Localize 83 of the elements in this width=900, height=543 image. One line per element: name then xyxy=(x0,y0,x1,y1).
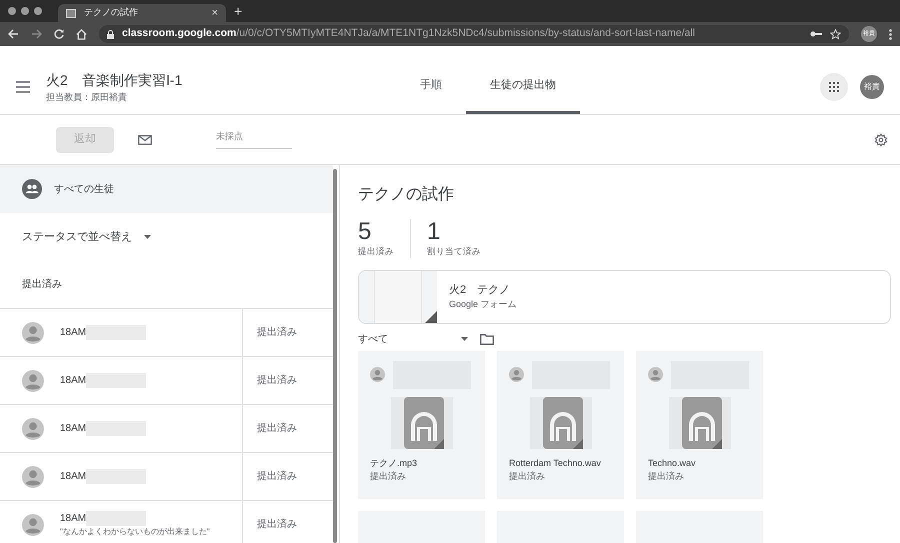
teacher-name: 担当教員：原田裕貴 xyxy=(46,90,128,104)
group-icon xyxy=(22,179,42,199)
dropdown-caret-icon xyxy=(461,337,468,342)
filter-dropdown[interactable]: すべて xyxy=(358,332,468,347)
student-status: 提出済み xyxy=(257,326,297,340)
avatar-icon xyxy=(509,367,524,382)
folder-icon[interactable] xyxy=(480,334,494,345)
avatar-icon xyxy=(22,466,44,488)
assignment-title: テクノの試作 xyxy=(358,184,455,205)
stat-count: 1 xyxy=(427,219,442,245)
section-heading: 提出済み xyxy=(22,278,62,292)
browser-menu-icon[interactable] xyxy=(889,28,892,40)
avatar-icon xyxy=(22,322,44,344)
student-name: 18AM xyxy=(60,326,86,340)
student-row[interactable]: 18AM 提出済み xyxy=(0,453,333,501)
apps-grid-icon xyxy=(829,82,839,92)
audio-file-icon xyxy=(668,396,730,449)
reload-icon[interactable] xyxy=(54,29,64,39)
avatar-icon xyxy=(22,418,44,440)
student-name: 18AM xyxy=(60,374,86,388)
page-tab[interactable]: 生徒の提出物 xyxy=(466,60,580,114)
student-name: 18AM xyxy=(60,470,86,484)
student-name: 18AM xyxy=(60,422,86,436)
stat-label: 割り当て済み xyxy=(427,245,481,258)
menu-icon[interactable] xyxy=(16,81,30,93)
student-row[interactable]: 18AM 提出済み xyxy=(0,357,333,405)
student-status: 提出済み xyxy=(257,518,297,532)
student-row[interactable]: 18AM 提出済み xyxy=(0,405,333,453)
browser-tab[interactable]: テクノの試作 × xyxy=(58,4,226,22)
tab-close-button[interactable]: × xyxy=(212,4,218,22)
home-icon[interactable] xyxy=(76,28,87,40)
attachment-type: Google フォーム xyxy=(449,298,517,312)
all-students-item[interactable]: すべての生徒 xyxy=(0,165,333,213)
submission-card[interactable]: テクノ.mp3 提出済み xyxy=(358,350,485,499)
stat-label: 提出済み xyxy=(358,245,394,258)
grade-field[interactable]: 未採点 xyxy=(216,130,292,149)
settings-icon[interactable] xyxy=(874,132,888,146)
dropdown-caret-icon xyxy=(144,235,151,239)
student-row[interactable]: 18AM 提出済み xyxy=(0,309,333,357)
attachment-card[interactable]: 火2 テクノ Google フォーム xyxy=(358,270,891,324)
address-field[interactable]: classroom.google.com/u/0/c/OTY5MTIyMTE4NTJa/a/MTE1NTg1Nzk5NDc4/submissions/by-status/and-sort-last-name/all xyxy=(99,25,849,43)
new-tab-button[interactable]: + xyxy=(234,0,242,22)
submission-status: 提出済み xyxy=(648,470,685,484)
star-icon[interactable] xyxy=(830,28,841,40)
student-status: 提出済み xyxy=(257,470,297,484)
minimize-window-icon[interactable] xyxy=(21,7,29,15)
stat-count: 5 xyxy=(358,219,372,245)
file-name: テクノ.mp3 xyxy=(370,456,418,470)
sort-dropdown[interactable]: ステータスで並べ替え xyxy=(0,213,333,261)
submission-status: 提出済み xyxy=(370,470,407,484)
student-name: 18AM xyxy=(60,512,86,526)
avatar-icon xyxy=(370,367,385,382)
avatar-icon xyxy=(22,514,44,536)
page-tab[interactable]: 手順 xyxy=(396,60,466,114)
all-students-label: すべての生徒 xyxy=(54,182,114,196)
audio-file-icon xyxy=(390,396,452,449)
tab-favicon-icon xyxy=(66,8,76,18)
submission-card[interactable]: Techno.wav 提出済み xyxy=(636,350,763,499)
file-name: Rotterdam Techno.wav xyxy=(509,456,602,470)
avatar-icon xyxy=(648,367,663,382)
url-text: classroom.google.com/u/0/c/OTY5MTIyMTE4NTJa/a/MTE1NTg1Nzk5NDc4/submissions/by-status/and-sort-last-name/all xyxy=(122,26,696,42)
apps-button[interactable] xyxy=(820,73,848,101)
class-title: 火2 音楽制作実習Ⅰ-1 xyxy=(46,70,182,90)
back-icon[interactable] xyxy=(8,29,19,39)
submission-card[interactable]: Rotterdam Techno.wav 提出済み xyxy=(497,350,624,499)
student-status: 提出済み xyxy=(257,422,297,436)
audio-file-icon xyxy=(530,396,592,449)
student-row[interactable]: 18AM "なんかよくわからないものが出来ました" 提出済み xyxy=(0,501,333,543)
key-icon[interactable] xyxy=(810,30,822,38)
student-status: 提出済み xyxy=(257,374,297,388)
mail-icon[interactable] xyxy=(138,134,152,144)
avatar-icon xyxy=(22,370,44,392)
account-avatar[interactable]: 裕貴 xyxy=(860,75,884,99)
file-name: Techno.wav xyxy=(648,456,697,470)
close-window-icon[interactable] xyxy=(8,7,16,15)
lock-icon xyxy=(107,30,114,38)
attachment-title: 火2 テクノ xyxy=(449,282,512,298)
form-thumbnail-icon xyxy=(359,270,437,323)
forward-icon[interactable] xyxy=(31,29,42,39)
tab-title: テクノの試作 xyxy=(84,6,139,20)
private-comment: "なんかよくわからないものが出来ました" xyxy=(60,526,210,538)
submission-status: 提出済み xyxy=(509,470,546,484)
maximize-window-icon[interactable] xyxy=(34,7,42,15)
